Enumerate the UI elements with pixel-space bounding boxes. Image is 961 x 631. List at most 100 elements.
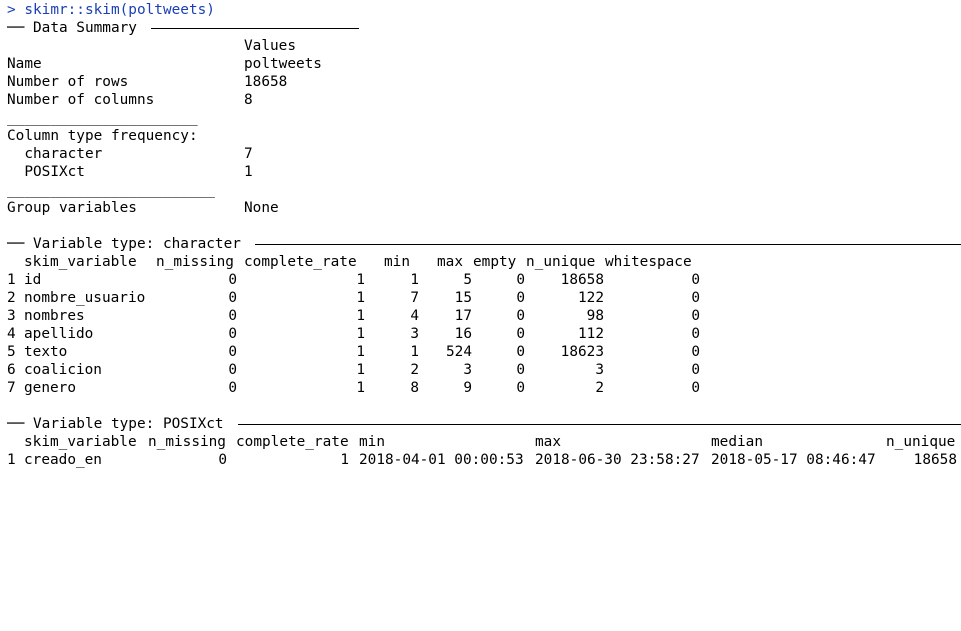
- n-unique: 18623: [560, 344, 604, 360]
- col-header: n_missing: [156, 254, 234, 270]
- summary-value: 8: [244, 92, 253, 108]
- min: 1: [410, 344, 419, 360]
- whitespace: 0: [691, 290, 700, 306]
- complete-rate: 1: [356, 308, 365, 324]
- max: 16: [454, 326, 472, 342]
- whitespace: 0: [691, 380, 700, 396]
- summary-label: Name: [7, 56, 42, 72]
- type-label: POSIXct: [7, 164, 85, 180]
- empty: 0: [516, 380, 525, 396]
- min: 4: [410, 308, 419, 324]
- character-section-rule: [255, 244, 961, 245]
- col-header: skim_variable: [24, 434, 137, 450]
- row-index: 2: [7, 290, 16, 306]
- n-missing: 0: [228, 362, 237, 378]
- r-console[interactable]: > skimr::skim(poltweets) ── Data Summary…: [0, 0, 961, 469]
- skim-variable: texto: [24, 344, 68, 360]
- group-variables-row: Group variables None: [7, 199, 907, 217]
- table-row: 4 apellido 0 1 3 16 0 112 0: [7, 325, 947, 343]
- summary-label: Number of rows: [7, 74, 129, 90]
- table-row: 5 texto 0 1 1 524 0 18623 0: [7, 343, 947, 361]
- complete-rate: 1: [340, 452, 349, 468]
- row-index: 7: [7, 380, 16, 396]
- min: 8: [410, 380, 419, 396]
- col-header: whitespace: [605, 254, 692, 270]
- row-index: 5: [7, 344, 16, 360]
- empty: 0: [516, 290, 525, 306]
- table-row: 6 coalicion 0 1 2 3 0 3 0: [7, 361, 947, 379]
- data-summary-header: ── Data Summary: [7, 20, 137, 36]
- n-unique: 2: [595, 380, 604, 396]
- complete-rate: 1: [356, 290, 365, 306]
- n-missing: 0: [228, 344, 237, 360]
- empty: 0: [516, 308, 525, 324]
- n-missing: 0: [228, 272, 237, 288]
- type-frequency-row: character 7: [7, 145, 907, 163]
- col-header: complete_rate: [236, 434, 349, 450]
- n-missing: 0: [228, 290, 237, 306]
- min: 2018-04-01 00:00:53: [359, 452, 524, 468]
- min: 7: [410, 290, 419, 306]
- col-header: n_unique: [526, 254, 596, 270]
- whitespace: 0: [691, 308, 700, 324]
- type-label: character: [7, 146, 103, 162]
- n-unique: 18658: [560, 272, 604, 288]
- complete-rate: 1: [356, 272, 365, 288]
- skim-variable: genero: [24, 380, 76, 396]
- complete-rate: 1: [356, 362, 365, 378]
- max: 9: [463, 380, 472, 396]
- empty: 0: [516, 326, 525, 342]
- max: 3: [463, 362, 472, 378]
- skim-variable: nombres: [24, 308, 85, 324]
- table-row: 1 creado_en 0 1 2018-04-01 00:00:53 2018…: [7, 451, 957, 469]
- table-row: 1 id 0 1 1 5 0 18658 0: [7, 271, 947, 289]
- n-missing: 0: [218, 452, 227, 468]
- whitespace: 0: [691, 344, 700, 360]
- table-row: 7 genero 0 1 8 9 0 2 0: [7, 379, 947, 397]
- type-count: 1: [244, 164, 253, 180]
- row-index: 1: [7, 272, 16, 288]
- whitespace: 0: [691, 362, 700, 378]
- min: 2: [410, 362, 419, 378]
- complete-rate: 1: [356, 380, 365, 396]
- row-index: 6: [7, 362, 16, 378]
- max: 15: [454, 290, 472, 306]
- complete-rate: 1: [356, 326, 365, 342]
- col-header: median: [711, 434, 763, 450]
- n-unique: 98: [586, 308, 604, 324]
- posixct-section-rule: [238, 424, 961, 425]
- col-header: max: [437, 254, 463, 270]
- n-unique: 122: [578, 290, 604, 306]
- median: 2018-05-17 08:46:47: [711, 452, 876, 468]
- max: 5: [463, 272, 472, 288]
- col-header: n_unique: [886, 434, 956, 450]
- skim-variable: creado_en: [24, 452, 102, 468]
- empty: 0: [516, 362, 525, 378]
- whitespace: 0: [691, 272, 700, 288]
- character-table-header: skim_variable n_missing complete_rate mi…: [7, 253, 947, 271]
- n-unique: 18658: [913, 452, 957, 468]
- max: 524: [446, 344, 472, 360]
- summary-row: Number of rows 18658: [7, 73, 907, 91]
- summary-row: Name poltweets: [7, 55, 907, 73]
- row-index: 3: [7, 308, 16, 324]
- posixct-table-header: skim_variable n_missing complete_rate mi…: [7, 433, 957, 451]
- max: 2018-06-30 23:58:27: [535, 452, 700, 468]
- values-header-row: Values: [7, 37, 907, 55]
- col-header: empty: [473, 254, 517, 270]
- row-index: 4: [7, 326, 16, 342]
- type-count: 7: [244, 146, 253, 162]
- table-row: 3 nombres 0 1 4 17 0 98 0: [7, 307, 947, 325]
- summary-label: Number of columns: [7, 92, 155, 108]
- col-header: min: [359, 434, 385, 450]
- data-summary-rule: [151, 28, 359, 29]
- min: 3: [410, 326, 419, 342]
- summary-value: poltweets: [244, 56, 322, 72]
- whitespace: 0: [691, 326, 700, 342]
- summary-row: Number of columns 8: [7, 91, 907, 109]
- group-value: None: [244, 200, 279, 216]
- n-missing: 0: [228, 308, 237, 324]
- table-row: 2 nombre_usuario 0 1 7 15 0 122 0: [7, 289, 947, 307]
- row-index: 1: [7, 452, 16, 468]
- skim-variable: apellido: [24, 326, 94, 342]
